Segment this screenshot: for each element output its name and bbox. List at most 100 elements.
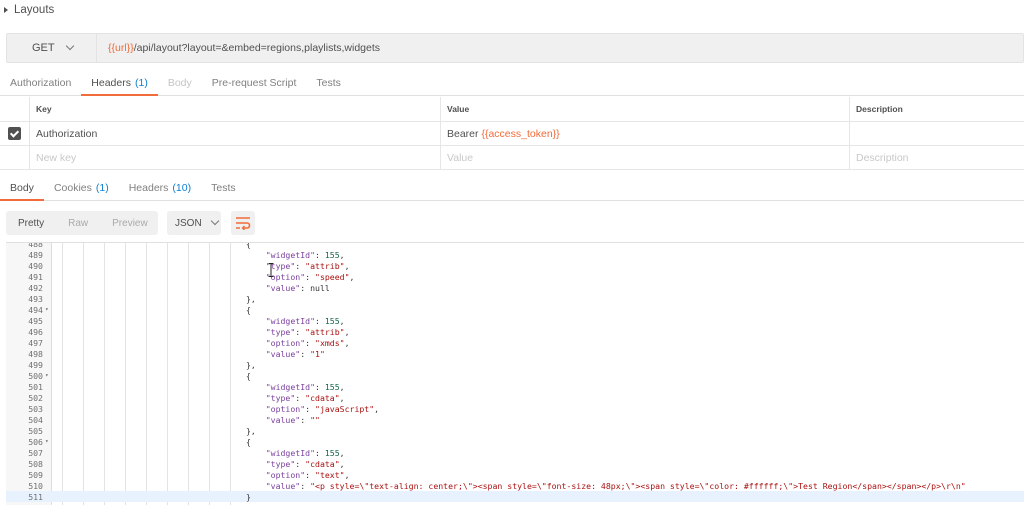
code-line: 493}, <box>6 293 1024 304</box>
line-number: 504 <box>28 414 43 425</box>
line-text: "value": "" <box>265 414 320 425</box>
line-number: 494 <box>28 304 43 315</box>
code-line: 507 "widgetId": 155, <box>6 447 1024 458</box>
method-select[interactable]: GET <box>7 34 97 62</box>
line-text: "option": "speed", <box>265 271 355 282</box>
line-number: 507 <box>28 447 43 458</box>
text-cursor-icon <box>268 263 274 277</box>
code-line: 510 "value": "<p style=\"text-align: cen… <box>6 480 1024 491</box>
line-text: "value": "<p style=\"text-align: center;… <box>265 480 966 491</box>
line-text: "widgetId": 155, <box>265 447 345 458</box>
fold-arrow-icon[interactable]: ▾ <box>43 306 52 313</box>
tab-headers[interactable]: Headers (1) <box>81 70 158 96</box>
tab-label: Headers <box>128 181 169 194</box>
url-bar: GET {{url}}/api/layout?layout=&embed=reg… <box>6 33 1024 63</box>
tab-label: Body <box>167 76 192 89</box>
line-number: 511 <box>28 491 43 502</box>
line-text: "widgetId": 155, <box>265 381 345 392</box>
tab-count: (1) <box>95 181 109 194</box>
tab-response-tests[interactable]: Tests <box>201 175 246 200</box>
column-description: Description <box>856 104 903 114</box>
line-number: 499 <box>28 359 43 370</box>
line-number: 495 <box>28 315 43 326</box>
tab-pre-request-script[interactable]: Pre-request Script <box>202 70 307 95</box>
tab-label: Cookies <box>53 181 92 194</box>
line-text: "value": "1" <box>265 348 325 359</box>
tab-tests[interactable]: Tests <box>306 70 351 95</box>
line-number: 496 <box>28 326 43 337</box>
tab-label: Tests <box>211 181 236 194</box>
code-line: 496 "type": "attrib", <box>6 326 1024 337</box>
wrap-lines-button[interactable] <box>231 211 255 235</box>
value-cell[interactable]: Bearer {{access_token}} <box>441 122 850 145</box>
view-preview[interactable]: Preview <box>100 211 160 235</box>
tab-response-headers[interactable]: Headers (10) <box>119 175 201 200</box>
format-select[interactable]: JSON <box>167 211 221 235</box>
code-line: 509 "option": "text", <box>6 469 1024 480</box>
line-text: }, <box>246 425 256 436</box>
wrap-lines-icon <box>236 217 251 230</box>
tab-label: Headers <box>91 76 131 89</box>
code-line: 492 "value": null <box>6 282 1024 293</box>
code-line: 501 "widgetId": 155, <box>6 381 1024 392</box>
column-key: Key <box>30 97 441 121</box>
caret-right-icon[interactable] <box>4 7 8 13</box>
description-cell[interactable] <box>850 122 1024 145</box>
line-number: 493 <box>28 293 43 304</box>
tab-cookies[interactable]: Cookies (1) <box>44 175 119 200</box>
line-number: 503 <box>28 403 43 414</box>
tab-count: (1) <box>135 76 148 89</box>
collection-header[interactable]: Layouts <box>0 0 1024 20</box>
tab-label: Body <box>10 181 34 194</box>
url-variable: {{url}} <box>108 42 134 54</box>
new-description-input[interactable]: Description <box>850 146 1024 169</box>
code-line: 500 ▾ { <box>6 370 1024 381</box>
line-number: 502 <box>28 392 43 403</box>
line-number: 505 <box>28 425 43 436</box>
key-cell[interactable]: Authorization <box>30 122 441 145</box>
new-key-input[interactable]: New key <box>30 146 441 169</box>
view-raw[interactable]: Raw <box>56 211 100 235</box>
line-text: { <box>246 242 251 249</box>
line-text: "widgetId": 155, <box>265 315 345 326</box>
line-text: "option": "text", <box>265 469 350 480</box>
code-line: 508 "type": "cdata", <box>6 458 1024 469</box>
response-body-editor[interactable]: 488{489 "widgetId": 155, 490 "type": "att… <box>6 242 1024 505</box>
value-prefix: Bearer <box>447 127 482 140</box>
code-line: 491 "option": "speed", <box>6 271 1024 282</box>
tab-count: (10) <box>172 181 192 194</box>
code-line: 502 "type": "cdata", <box>6 392 1024 403</box>
line-text: { <box>246 436 251 447</box>
new-value-input[interactable]: Value <box>441 146 850 169</box>
code-line: 490 "type": "attrib", <box>6 260 1024 271</box>
line-number: 491 <box>28 271 43 282</box>
checkbox-checked[interactable] <box>8 127 21 140</box>
code-line: 499}, <box>6 359 1024 370</box>
line-text: "widgetId": 155, <box>265 249 345 260</box>
line-text: "type": "cdata", <box>265 392 345 403</box>
format-label: JSON <box>175 217 202 229</box>
line-number: 498 <box>28 348 43 359</box>
code-line: 495 "widgetId": 155, <box>6 315 1024 326</box>
url-input[interactable]: {{url}}/api/layout?layout=&embed=regions… <box>97 42 380 54</box>
line-text: "type": "attrib", <box>265 260 350 271</box>
line-text: } <box>246 491 251 502</box>
line-number: 508 <box>28 458 43 469</box>
line-number: 497 <box>28 337 43 348</box>
column-value: Value <box>441 97 850 121</box>
line-number: 488 <box>28 242 43 249</box>
chevron-down-icon <box>65 41 74 51</box>
line-number: 509 <box>28 469 43 480</box>
fold-arrow-icon[interactable]: ▾ <box>43 372 52 379</box>
view-pretty[interactable]: Pretty <box>6 211 56 235</box>
line-text: }, <box>246 359 256 370</box>
chevron-down-icon <box>210 216 219 226</box>
fold-arrow-icon[interactable]: ▾ <box>43 438 52 445</box>
tab-body[interactable]: Body <box>158 70 202 95</box>
request-tabs: Authorization Headers (1) Body Pre-reques… <box>0 70 1024 96</box>
code-line: 497 "option": "xmds", <box>6 337 1024 348</box>
line-text: "type": "cdata", <box>265 458 345 469</box>
tab-response-body[interactable]: Body <box>0 175 44 201</box>
line-number: 489 <box>28 249 43 260</box>
tab-authorization[interactable]: Authorization <box>0 70 81 95</box>
